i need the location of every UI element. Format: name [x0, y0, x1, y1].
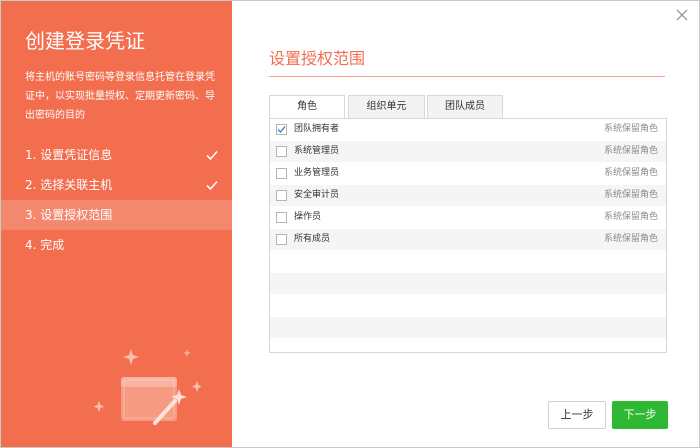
step-select-host: 2. 选择关联主机: [1, 170, 232, 200]
sidebar-description: 将主机的账号密码等登录信息托管在登录凭证中，以实现批量授权、定期更新密码、导出密…: [25, 72, 215, 121]
role-tag: 系统保留角色: [603, 212, 658, 222]
empty-row: [270, 317, 666, 339]
role-tag: 系统保留角色: [603, 234, 658, 244]
step-label: 3. 设置授权范围: [25, 208, 113, 222]
role-name: 操作员: [294, 212, 322, 222]
role-tag: 系统保留角色: [603, 146, 658, 156]
list-item[interactable]: 安全审计员 系统保留角色: [270, 185, 666, 207]
role-list: 团队拥有者 系统保留角色 系统管理员 系统保留角色 业务管理员 系统保留角色 安…: [269, 118, 667, 353]
role-checkbox[interactable]: [276, 212, 287, 223]
step-finish: 4. 完成: [1, 230, 232, 260]
wizard-sidebar: 创建登录凭证 将主机的账号密码等登录信息托管在登录凭证中，以实现批量授权、定期更…: [1, 1, 232, 447]
role-tag: 系统保留角色: [603, 168, 658, 178]
close-icon[interactable]: [675, 8, 689, 22]
role-checkbox[interactable]: [276, 234, 287, 245]
role-tag: 系统保留角色: [603, 124, 658, 134]
step-set-credential-info: 1. 设置凭证信息: [1, 140, 232, 170]
check-icon: [206, 150, 218, 161]
role-checkbox[interactable]: [276, 124, 287, 135]
empty-row: [270, 273, 666, 295]
role-tag: 系统保留角色: [603, 190, 658, 200]
credential-illustration-icon: [93, 349, 201, 425]
role-name: 业务管理员: [294, 168, 340, 178]
create-credential-dialog: 创建登录凭证 将主机的账号密码等登录信息托管在登录凭证中，以实现批量授权、定期更…: [0, 0, 700, 448]
check-icon: [206, 180, 218, 191]
step-label: 2. 选择关联主机: [25, 178, 113, 192]
step-label: 4. 完成: [25, 238, 65, 252]
list-item[interactable]: 所有成员 系统保留角色: [270, 229, 666, 251]
list-item[interactable]: 业务管理员 系统保留角色: [270, 163, 666, 185]
step-set-scope: 3. 设置授权范围: [1, 200, 232, 230]
tab-team-member[interactable]: 团队成员: [427, 95, 503, 118]
role-checkbox[interactable]: [276, 146, 287, 157]
empty-row: [270, 295, 666, 317]
list-item[interactable]: 操作员 系统保留角色: [270, 207, 666, 229]
empty-row: [270, 251, 666, 273]
role-name: 所有成员: [294, 234, 331, 244]
next-step-button[interactable]: 下一步: [612, 401, 668, 429]
list-item[interactable]: 系统管理员 系统保留角色: [270, 141, 666, 163]
section-title: 设置授权范围: [269, 49, 366, 68]
checkmark-icon: [277, 126, 286, 133]
title-divider: [269, 76, 665, 77]
prev-step-button[interactable]: 上一步: [548, 401, 606, 429]
wizard-steps: 1. 设置凭证信息 2. 选择关联主机 3. 设置授权范围 4. 完成: [1, 140, 232, 260]
role-checkbox[interactable]: [276, 190, 287, 201]
tab-org-unit[interactable]: 组织单元: [348, 95, 425, 118]
role-name: 团队拥有者: [294, 124, 340, 134]
list-item[interactable]: 团队拥有者 系统保留角色: [270, 119, 666, 141]
role-name: 系统管理员: [294, 146, 340, 156]
step-label: 1. 设置凭证信息: [25, 148, 113, 162]
tab-role[interactable]: 角色: [269, 95, 345, 119]
role-name: 安全审计员: [294, 190, 340, 200]
role-checkbox[interactable]: [276, 168, 287, 179]
sidebar-title: 创建登录凭证: [25, 29, 145, 53]
